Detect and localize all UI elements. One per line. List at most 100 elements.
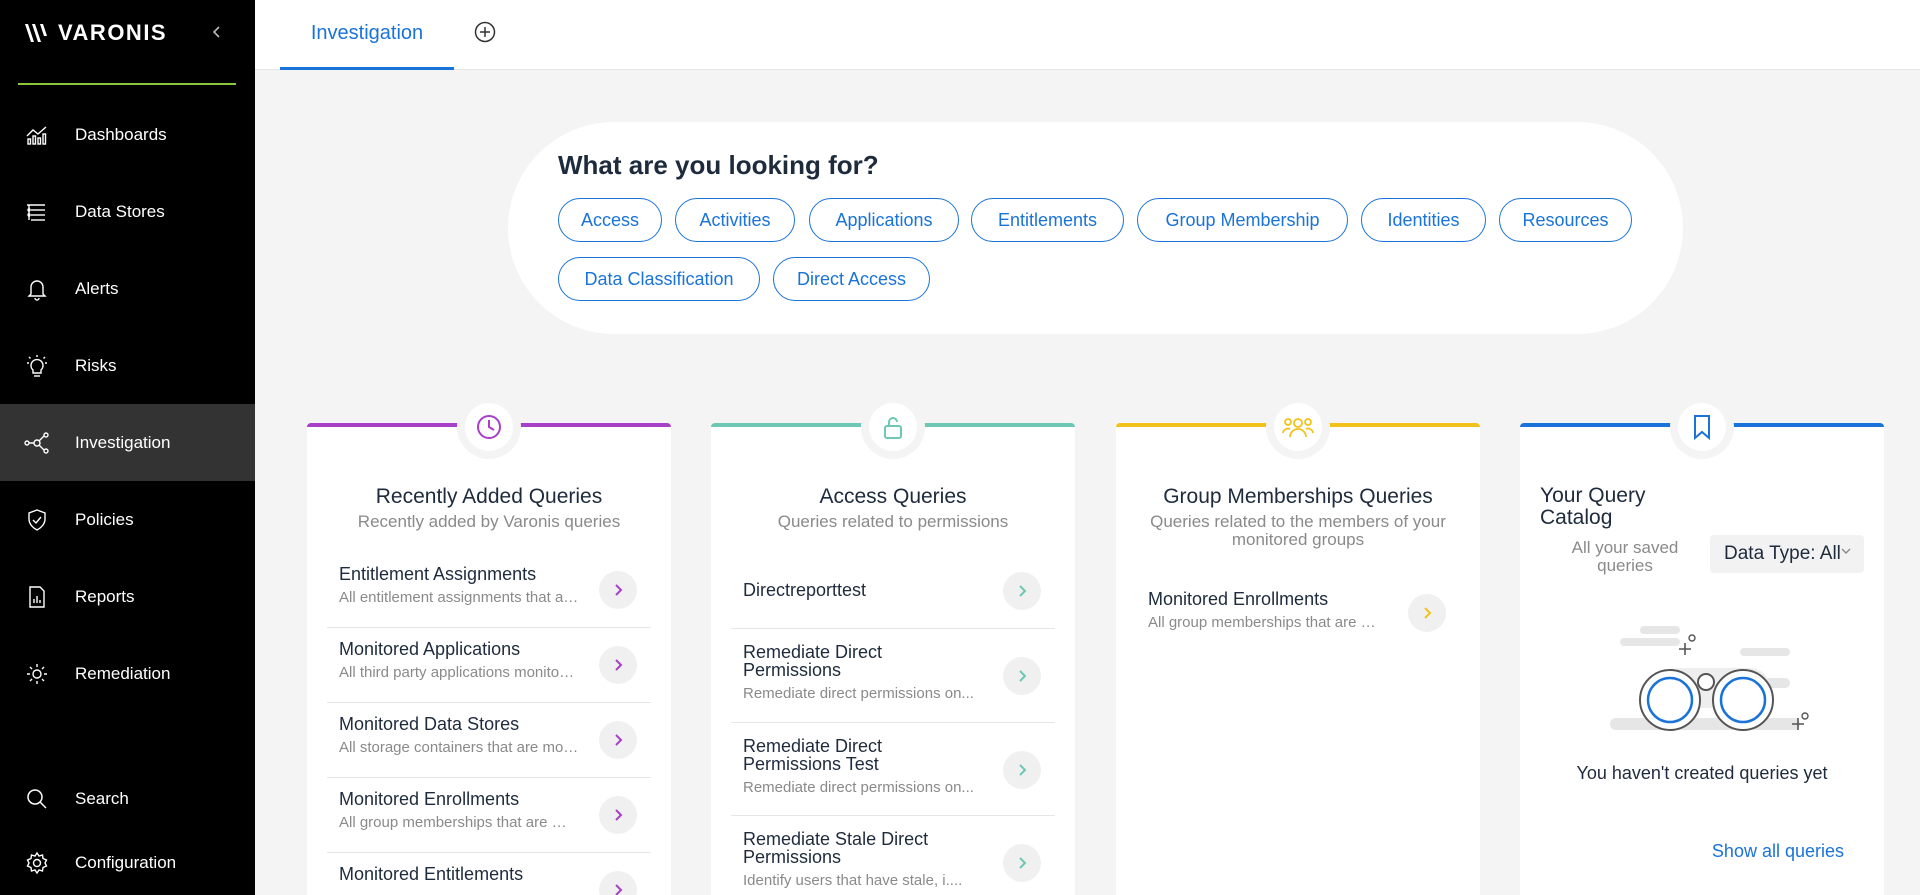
brand-divider bbox=[18, 83, 236, 85]
open-query-button[interactable] bbox=[599, 796, 637, 834]
chevron-right-icon bbox=[615, 584, 623, 596]
open-query-button[interactable] bbox=[1003, 751, 1041, 789]
search-panel: What are you looking for? Access Activit… bbox=[508, 122, 1683, 334]
chevron-right-icon bbox=[1019, 764, 1027, 776]
open-query-button[interactable] bbox=[1003, 572, 1041, 610]
chip-identities[interactable]: Identities bbox=[1361, 198, 1486, 242]
chevron-left-icon bbox=[212, 26, 220, 38]
query-item[interactable]: Monitored Entitlements bbox=[327, 853, 651, 895]
sidebar-item-label: Policies bbox=[75, 509, 134, 529]
sidebar-item-label: Configuration bbox=[75, 852, 177, 872]
sidebar-item-dashboards[interactable]: Dashboards bbox=[0, 96, 255, 173]
tab-investigation[interactable]: Investigation bbox=[280, 0, 454, 70]
search-icon bbox=[24, 786, 50, 812]
access-queries-card: Access Queries Queries related to permis… bbox=[711, 395, 1075, 895]
show-all-queries-link[interactable]: Show all queries bbox=[1712, 841, 1844, 862]
chevron-right-icon bbox=[615, 659, 623, 671]
open-query-button[interactable] bbox=[599, 721, 637, 759]
sidebar-item-label: Risks bbox=[75, 355, 117, 375]
open-query-button[interactable] bbox=[1003, 657, 1041, 695]
query-item[interactable]: Monitored Data Stores All storage contai… bbox=[327, 703, 651, 778]
sun-icon bbox=[24, 661, 50, 687]
sidebar-item-label: Reports bbox=[75, 586, 135, 606]
open-query-button[interactable] bbox=[599, 646, 637, 684]
gear-icon bbox=[24, 850, 50, 876]
sidebar-item-reports[interactable]: Reports bbox=[0, 558, 255, 635]
query-item[interactable]: Directreporttest bbox=[731, 553, 1055, 629]
query-title: Monitored Enrollments bbox=[1148, 589, 1329, 609]
chevron-right-icon bbox=[1019, 585, 1027, 597]
varonis-logo-icon bbox=[25, 24, 47, 42]
sidebar-item-label: Remediation bbox=[75, 663, 171, 683]
query-catalog-card: Your Query Catalog All your saved querie… bbox=[1520, 395, 1884, 895]
query-description: All third party applications monitored..… bbox=[339, 664, 579, 681]
query-title: Remediate Stale Direct Permissions bbox=[743, 829, 929, 867]
add-tab-button[interactable] bbox=[473, 20, 497, 44]
query-title: Monitored Data Stores bbox=[339, 714, 520, 734]
query-title: Monitored Enrollments bbox=[339, 789, 520, 809]
card-badge bbox=[1670, 395, 1734, 459]
sidebar-item-label: Alerts bbox=[75, 278, 119, 298]
query-title: Remediate Direct Permissions Test bbox=[743, 736, 883, 774]
chart-icon bbox=[24, 122, 50, 148]
card-badge bbox=[457, 395, 521, 459]
brand-logo: VARONIS bbox=[24, 18, 167, 48]
chip-resources[interactable]: Resources bbox=[1499, 198, 1632, 242]
chip-group-membership[interactable]: Group Membership bbox=[1137, 198, 1348, 242]
sidebar-item-policies[interactable]: Policies bbox=[0, 481, 255, 558]
sidebar-item-investigation[interactable]: Investigation bbox=[0, 404, 255, 481]
sidebar-item-risks[interactable]: Risks bbox=[0, 327, 255, 404]
open-query-button[interactable] bbox=[1408, 594, 1446, 632]
open-query-button[interactable] bbox=[599, 571, 637, 609]
query-title: Directreporttest bbox=[743, 580, 867, 600]
card-subtitle: All your saved queries bbox=[1571, 538, 1679, 575]
tab-label: Investigation bbox=[310, 22, 424, 44]
sidebar-item-remediation[interactable]: Remediation bbox=[0, 635, 255, 712]
shield-check-icon bbox=[24, 507, 50, 533]
chip-data-classification[interactable]: Data Classification bbox=[558, 257, 760, 301]
card-badge bbox=[861, 395, 925, 459]
query-title: Monitored Entitlements bbox=[339, 864, 524, 884]
sidebar-item-data-stores[interactable]: Data Stores bbox=[0, 173, 255, 250]
sidebar-item-label: Search bbox=[75, 788, 129, 808]
chevron-right-icon bbox=[615, 734, 623, 746]
brand-name: VARONIS bbox=[58, 20, 168, 45]
chevron-right-icon bbox=[1424, 607, 1432, 619]
query-title: Remediate Direct Permissions bbox=[743, 642, 883, 680]
query-description: All storage containers that are monitore… bbox=[339, 739, 579, 756]
query-description: All group memberships that are monitored… bbox=[1148, 614, 1388, 631]
card-title: Access Queries bbox=[819, 485, 967, 508]
sidebar-item-configuration[interactable]: Configuration bbox=[0, 824, 255, 895]
chip-applications[interactable]: Applications bbox=[809, 198, 959, 242]
chip-entitlements[interactable]: Entitlements bbox=[971, 198, 1124, 242]
query-item[interactable]: Remediate Direct Permissions Test Remedi… bbox=[731, 723, 1055, 816]
query-item[interactable]: Entitlement Assignments All entitlement … bbox=[327, 553, 651, 628]
open-query-button[interactable] bbox=[1003, 844, 1041, 882]
chevron-right-icon bbox=[615, 809, 623, 821]
data-stores-icon bbox=[24, 199, 50, 225]
chip-access[interactable]: Access bbox=[558, 198, 662, 242]
chevron-right-icon bbox=[1019, 857, 1027, 869]
bookmark-icon bbox=[1694, 415, 1710, 441]
card-subtitle: Queries related to the members of your m… bbox=[1150, 512, 1446, 549]
group-memberships-queries-card: Group Memberships Queries Queries relate… bbox=[1116, 395, 1480, 895]
card-subtitle: Recently added by Varonis queries bbox=[357, 512, 621, 531]
collapse-sidebar-button[interactable] bbox=[205, 20, 229, 44]
query-description: All entitlement assignments that are... bbox=[339, 589, 579, 606]
query-item[interactable]: Monitored Enrollments All group membersh… bbox=[1136, 578, 1460, 648]
chevron-right-icon bbox=[1019, 670, 1027, 682]
binoculars-illustration-icon bbox=[1610, 626, 1809, 731]
search-title: What are you looking for? bbox=[558, 150, 879, 180]
query-item[interactable]: Remediate Stale Direct Permissions Ident… bbox=[731, 816, 1055, 895]
clock-icon bbox=[477, 415, 501, 439]
chip-direct-access[interactable]: Direct Access bbox=[773, 257, 930, 301]
sidebar-item-alerts[interactable]: Alerts bbox=[0, 250, 255, 327]
data-type-dropdown[interactable]: Data Type: All bbox=[1710, 535, 1864, 573]
query-item[interactable]: Monitored Enrollments All group membersh… bbox=[327, 778, 651, 853]
open-query-button[interactable] bbox=[599, 871, 637, 895]
query-item[interactable]: Remediate Direct Permissions Remediate d… bbox=[731, 629, 1055, 723]
query-item[interactable]: Monitored Applications All third party a… bbox=[327, 628, 651, 703]
card-title: Recently Added Queries bbox=[375, 485, 603, 508]
sidebar-item-label: Investigation bbox=[75, 432, 171, 452]
chip-activities[interactable]: Activities bbox=[675, 198, 795, 242]
